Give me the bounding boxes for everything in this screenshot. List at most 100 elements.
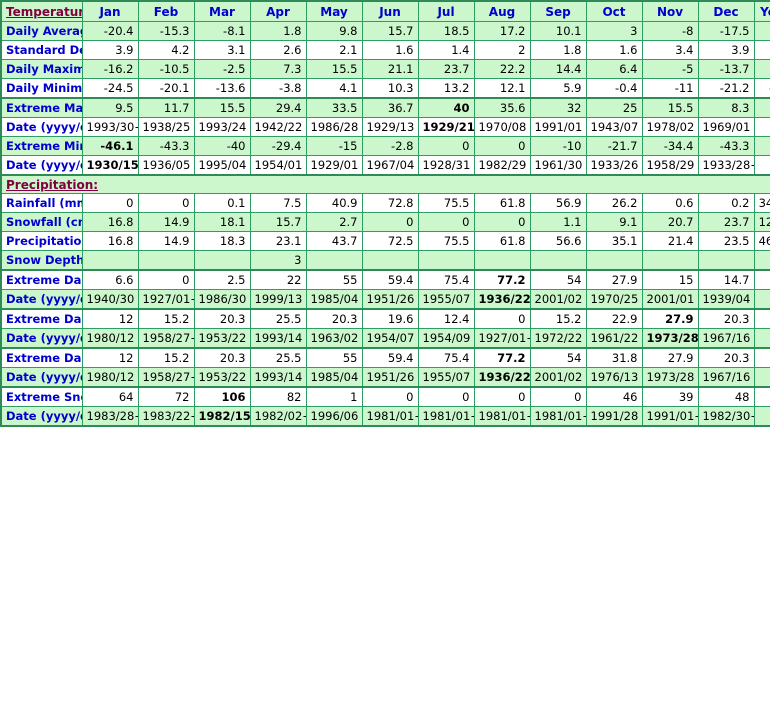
cell-aug: 0 (473, 212, 531, 232)
cell-apr: 1954/01 (249, 155, 307, 176)
cell-mar: -40 (193, 136, 251, 156)
cell-apr: 1942/22 (249, 117, 307, 137)
cell-aug: 0 (473, 136, 531, 156)
cell-year (753, 386, 770, 407)
cell-jun: 36.7 (361, 97, 419, 118)
cell-jul: 75.5 (417, 231, 475, 251)
cell-feb: 1983/22+ (137, 406, 195, 427)
cell-nov: 15 (641, 269, 699, 290)
cell-oct: 46 (585, 386, 643, 407)
cell-feb: 0 (137, 269, 195, 290)
column-header-dec: Dec (697, 0, 755, 22)
cell-sep: 10.1 (529, 21, 587, 41)
cell-year (753, 250, 770, 271)
cell-may: 33.5 (305, 97, 363, 118)
cell-may: 1 (305, 386, 363, 407)
column-header-jan: Jan (81, 0, 139, 22)
cell-aug: 22.2 (473, 59, 531, 79)
row-label: Date (yyyy/dd) (0, 289, 83, 310)
cell-dec: 0.2 (697, 193, 755, 213)
cell-aug: 77.2 (473, 269, 531, 290)
cell-mar: 1995/04 (193, 155, 251, 176)
cell-jun: 59.4 (361, 269, 419, 290)
cell-mar: 20.3 (193, 308, 251, 329)
row-label: Extreme Daily Rainfall (mm) (0, 269, 83, 290)
cell-may: 20.3 (305, 308, 363, 329)
cell-aug: 1927/01+ (473, 328, 531, 349)
cell-apr: 7.3 (249, 59, 307, 79)
cell-apr: 22 (249, 269, 307, 290)
cell-jul: 1955/07 (417, 289, 475, 310)
cell-oct: -21.7 (585, 136, 643, 156)
cell-jul: 13.2 (417, 78, 475, 99)
section-header-temperature: Temperature: (0, 0, 83, 22)
cell-jan: 1983/28+ (81, 406, 139, 427)
cell-nov: 0.6 (641, 193, 699, 213)
cell-aug (473, 250, 531, 271)
column-header-aug: Aug (473, 0, 531, 22)
cell-year (753, 406, 770, 427)
cell-feb: 1958/27+ (137, 367, 195, 388)
cell-jan: -20.4 (81, 21, 139, 41)
cell-jan: -46.1 (81, 136, 139, 156)
cell-feb: 11.7 (137, 97, 195, 118)
cell-may: 2.7 (305, 212, 363, 232)
cell-feb: 72 (137, 386, 195, 407)
row-label: Extreme Minimum (°C) (0, 136, 83, 156)
cell-feb: -43.3 (137, 136, 195, 156)
cell-year (753, 367, 770, 388)
cell-jul: 1929/21 (417, 117, 475, 137)
table-row: Daily Maximum (°C)-16.2-10.5-2.57.315.52… (0, 59, 770, 79)
cell-jun: 1954/07 (361, 328, 419, 349)
table-row: Date (yyyy/dd)1930/151936/051995/041954/… (0, 155, 770, 176)
table-row: Standard Deviation3.94.23.12.62.11.61.42… (0, 40, 770, 60)
cell-oct: 6.4 (585, 59, 643, 79)
cell-jul: 75.4 (417, 347, 475, 368)
row-label: Extreme Daily Precipitation (mm) (0, 347, 83, 368)
cell-nov: 20.7 (641, 212, 699, 232)
cell-aug: 1982/29 (473, 155, 531, 176)
cell-year (753, 97, 770, 118)
cell-apr: 3 (249, 250, 307, 271)
row-label: Precipitation (mm) (0, 231, 83, 251)
cell-dec: 1969/01 (697, 117, 755, 137)
cell-jan: 1980/12 (81, 328, 139, 349)
cell-mar: 3.1 (193, 40, 251, 60)
cell-jan (81, 250, 139, 271)
cell-mar: 15.5 (193, 97, 251, 118)
cell-sep: 2001/02 (529, 289, 587, 310)
cell-mar: 106 (193, 386, 251, 407)
cell-oct: 3 (585, 21, 643, 41)
column-header-year: Year (753, 0, 770, 22)
cell-nov: 2001/01 (641, 289, 699, 310)
cell-apr: 2.6 (249, 40, 307, 60)
cell-dec: -17.5 (697, 21, 755, 41)
table-row: Precipitation (mm)16.814.918.323.143.772… (0, 231, 770, 251)
cell-aug: 61.8 (473, 231, 531, 251)
cell-feb: 15.2 (137, 308, 195, 329)
cell-mar (193, 250, 251, 271)
cell-apr: -3.8 (249, 78, 307, 99)
cell-dec: 8.3 (697, 97, 755, 118)
cell-year (753, 328, 770, 349)
cell-apr: -29.4 (249, 136, 307, 156)
cell-sep: 15.2 (529, 308, 587, 329)
cell-jan: 6.6 (81, 269, 139, 290)
cell-apr: 7.5 (249, 193, 307, 213)
table-row: Daily Minimum (°C)-24.5-20.1-13.6-3.84.1… (0, 78, 770, 99)
cell-jul: 1.4 (417, 40, 475, 60)
cell-year: -4.1 (753, 78, 770, 99)
cell-jul: 1928/31 (417, 155, 475, 176)
cell-oct: 1.6 (585, 40, 643, 60)
cell-sep: 56.6 (529, 231, 587, 251)
cell-may: 43.7 (305, 231, 363, 251)
cell-mar: -8.1 (193, 21, 251, 41)
cell-jan: 1930/15 (81, 155, 139, 176)
cell-apr: 23.1 (249, 231, 307, 251)
cell-jul: 40 (417, 97, 475, 118)
cell-jul: 12.4 (417, 308, 475, 329)
cell-jul: 1955/07 (417, 367, 475, 388)
cell-jun: 15.7 (361, 21, 419, 41)
cell-jul: 0 (417, 386, 475, 407)
cell-oct: 9.1 (585, 212, 643, 232)
